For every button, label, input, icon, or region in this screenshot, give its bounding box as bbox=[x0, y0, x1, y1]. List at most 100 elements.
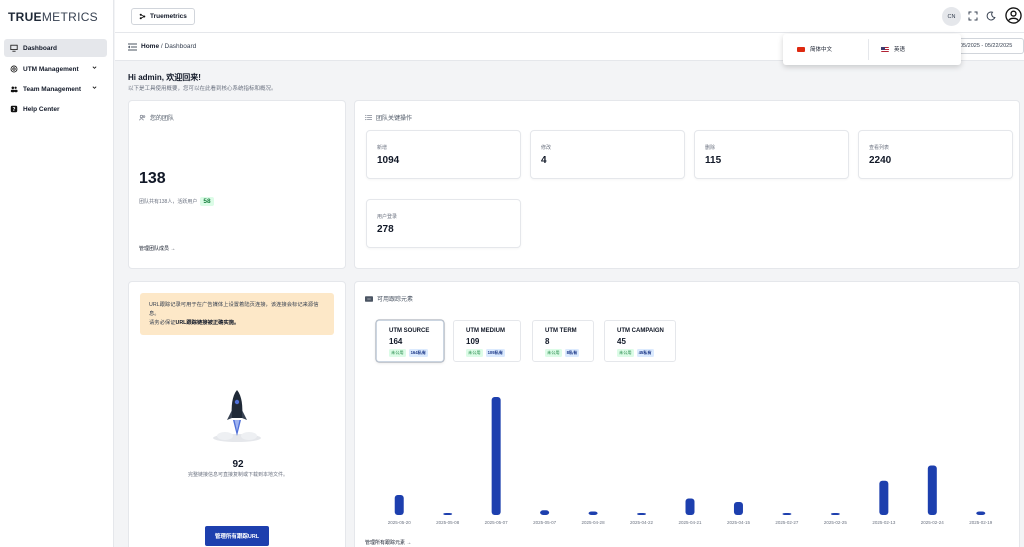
x-tick-label: 2025-02-13 bbox=[872, 520, 896, 525]
chevron-down-icon bbox=[92, 66, 97, 69]
user-avatar-icon[interactable] bbox=[1005, 7, 1022, 24]
language-dropdown: 简体中文 英语 bbox=[783, 34, 961, 65]
x-tick-label: 2025-05-08 bbox=[436, 520, 460, 525]
monitor-icon bbox=[10, 44, 18, 52]
x-tick-label: 2025-05-07 bbox=[533, 520, 557, 525]
help-icon: ? bbox=[10, 105, 18, 113]
tracking-url-card: URL跟踪记录可用于在广告媒体上设置着陆页连接，该连接会标记来源信息。 请务必保… bbox=[128, 281, 346, 547]
stat-label: 修改 bbox=[541, 145, 552, 151]
chart-bar bbox=[976, 511, 986, 515]
x-tick-label: 2025-04-21 bbox=[678, 520, 702, 525]
x-tick-label: 2025-05-07 bbox=[485, 520, 509, 525]
sidebar-item-help-center[interactable]: ? Help Center bbox=[4, 100, 107, 118]
page-subtitle: 以下是工具使用概要，您可以在此看到核心系统指标和概况。 bbox=[128, 86, 277, 92]
x-tick-label: 2025-04-28 bbox=[582, 520, 606, 525]
tracking-url-count: 92 bbox=[232, 459, 244, 470]
us-flag-icon bbox=[881, 46, 889, 52]
x-tick-label: 2025-02-25 bbox=[824, 520, 848, 525]
breadcrumb-current: Dashboard bbox=[164, 43, 197, 50]
notice-box: URL跟踪记录可用于在广告媒体上设置着陆页连接，该连接会标记来源信息。 请务必保… bbox=[140, 293, 334, 335]
project-switcher-button[interactable]: Truemetrics bbox=[131, 8, 195, 25]
breadcrumb: Home / Dashboard bbox=[141, 43, 196, 50]
notice-line-1: URL跟踪记录可用于在广告媒体上设置着陆页连接，该连接会标记来源信息。 bbox=[149, 302, 319, 317]
at-sign-icon bbox=[10, 65, 18, 73]
rocket-illustration-icon bbox=[213, 390, 261, 442]
stat-label: 用户登录 bbox=[377, 214, 398, 220]
brand-bold: TRUE bbox=[8, 10, 42, 24]
team-card: 您的团队 138 团队共有138人，活跃用户 58 管理团队成员 → bbox=[128, 100, 346, 269]
breadcrumb-home[interactable]: Home bbox=[141, 43, 159, 50]
date-range-text: 05/2025 - 05/22/2025 bbox=[960, 43, 1013, 49]
language-option-en[interactable]: 英语 bbox=[881, 45, 905, 53]
page-title: Hi admin, 欢迎回来! bbox=[128, 73, 201, 82]
date-range-picker[interactable]: 05/2025 - 05/22/2025 bbox=[957, 38, 1024, 54]
menu-toggle-icon[interactable] bbox=[128, 43, 137, 51]
card-title: 团队关键操作 bbox=[365, 113, 412, 122]
dark-mode-icon[interactable] bbox=[986, 11, 996, 21]
brand-light: METRICS bbox=[41, 10, 98, 24]
chart-bar bbox=[443, 513, 453, 515]
team-description-text: 团队共有138人，活跃用户 bbox=[139, 199, 198, 205]
sidebar-item-dashboard[interactable]: Dashboard bbox=[4, 39, 107, 57]
sidebar-item-label: Dashboard bbox=[23, 44, 57, 52]
stat-label: 删除 bbox=[705, 145, 716, 151]
x-tick-label: 2025-05-20 bbox=[388, 520, 412, 525]
notice-line-2: 请务必保证URL跟踪链接被正确实施。 bbox=[149, 319, 325, 328]
x-tick-label: 2025-02-27 bbox=[775, 520, 799, 525]
tracking-url-description: 完整链接信息可直接复制或下载到本地文件。 bbox=[187, 472, 288, 478]
chart-bar bbox=[394, 494, 404, 515]
chart-bar bbox=[637, 513, 647, 515]
fullscreen-icon[interactable] bbox=[968, 11, 978, 21]
chart-bar bbox=[685, 498, 695, 515]
stat-edit: 修改 4 bbox=[530, 130, 685, 179]
language-code: CN bbox=[947, 13, 956, 20]
stat-value: 115 bbox=[705, 155, 722, 166]
manage-tracking-urls-button[interactable]: 管理所有跟踪URL bbox=[205, 526, 269, 546]
manage-tracking-elements-link[interactable]: 管理所有跟踪元素 → bbox=[365, 539, 411, 546]
sidebar-item-label: UTM Management bbox=[23, 65, 79, 73]
breadcrumb-separator: / bbox=[160, 43, 163, 50]
team-count: 138 bbox=[139, 170, 166, 187]
x-tick-label: 2025-02-19 bbox=[969, 520, 993, 525]
manage-team-link[interactable]: 管理团队成员 → bbox=[139, 245, 175, 252]
users-icon bbox=[139, 114, 146, 121]
notice-text: 请务必保证 bbox=[149, 320, 176, 326]
x-tick-label: 2025-02-24 bbox=[921, 520, 945, 525]
sidebar-item-label: Team Management bbox=[23, 85, 82, 93]
key-operations-card: 团队关键操作 新增 1094 修改 4 删除 115 查看列表 2240 用户登… bbox=[354, 100, 1020, 269]
sidebar-item-team-management[interactable]: Team Management bbox=[4, 80, 107, 98]
chart-bar bbox=[927, 465, 937, 515]
language-option-zh[interactable]: 简体中文 bbox=[797, 45, 832, 53]
svg-text:?: ? bbox=[12, 107, 15, 113]
language-option-label: 英语 bbox=[894, 47, 906, 53]
x-tick-label: 2025-04-15 bbox=[727, 520, 751, 525]
brand-logo[interactable]: TRUEMETRICS bbox=[8, 10, 98, 24]
stat-label: 查看列表 bbox=[869, 145, 890, 151]
project-logo-icon bbox=[139, 13, 146, 20]
chart-bar bbox=[491, 397, 501, 515]
chart-bar bbox=[830, 513, 840, 515]
language-button[interactable]: CN bbox=[942, 7, 961, 26]
stat-view-list: 查看列表 2240 bbox=[858, 130, 1013, 179]
stat-label: 新增 bbox=[377, 145, 388, 151]
sidebar-item-label: Help Center bbox=[23, 105, 60, 113]
sidebar-item-utm-management[interactable]: UTM Management bbox=[4, 60, 107, 78]
stat-create: 新增 1094 bbox=[366, 130, 521, 179]
notice-bold-text: URL跟踪链接被正确实施。 bbox=[175, 320, 240, 326]
team-description: 团队共有138人，活跃用户 58 bbox=[139, 197, 214, 206]
stat-value: 4 bbox=[541, 155, 547, 166]
china-flag-icon bbox=[797, 46, 805, 52]
stat-value: 2240 bbox=[869, 155, 892, 166]
chart-bar bbox=[782, 513, 792, 515]
list-icon bbox=[365, 114, 372, 121]
chart-bar bbox=[879, 480, 889, 515]
project-name: Truemetrics bbox=[150, 13, 187, 20]
stat-value: 278 bbox=[377, 224, 394, 235]
chart-bar bbox=[733, 502, 743, 515]
card-title: 您的团队 bbox=[139, 113, 174, 122]
divider bbox=[868, 39, 869, 60]
chart-bar bbox=[540, 510, 550, 515]
top-bar: Truemetrics CN bbox=[115, 0, 1024, 33]
users-icon bbox=[10, 86, 18, 93]
stat-delete: 删除 115 bbox=[694, 130, 849, 179]
